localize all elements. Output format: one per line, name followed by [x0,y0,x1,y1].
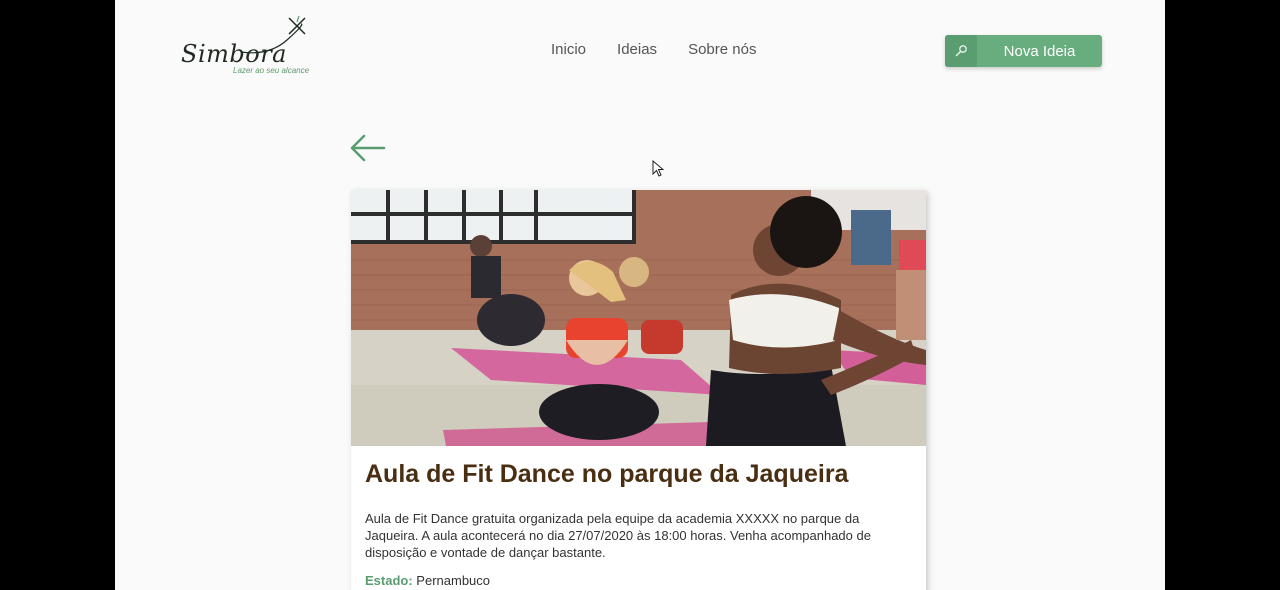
brand-logo[interactable]: Simbora Lazer ao seu alcance [181,12,321,82]
brand-name: Simbora [181,40,287,68]
new-idea-label: Nova Ideia [1003,42,1076,60]
mouse-cursor-icon [652,160,664,177]
nav-item-inicio[interactable]: Inicio [551,41,586,58]
event-description: Aula de Fit Dance gratuita organizada pe… [365,511,871,560]
brand-tagline: Lazer ao seu alcance [233,66,310,75]
event-title: Aula de Fit Dance no parque da Jaqueira [365,460,849,488]
arrow-left-icon [350,134,386,162]
nav-item-ideias[interactable]: Ideias [617,41,657,58]
main-nav: Inicio Ideias Sobre nós [551,41,756,58]
state-label: Estado: [365,573,413,588]
page: Simbora Lazer ao seu alcance Inicio Idei… [115,0,1165,590]
event-photo [351,190,926,446]
state-value: Pernambuco [416,573,491,588]
event-state: Estado: Pernambuco [365,573,490,588]
back-button[interactable] [348,132,388,164]
new-idea-button[interactable]: Nova Ideia [945,35,1102,67]
nav-item-sobre[interactable]: Sobre nós [688,41,756,58]
event-card: Aula de Fit Dance no parque da Jaqueira … [351,190,926,590]
lightbulb-icon [945,35,977,67]
